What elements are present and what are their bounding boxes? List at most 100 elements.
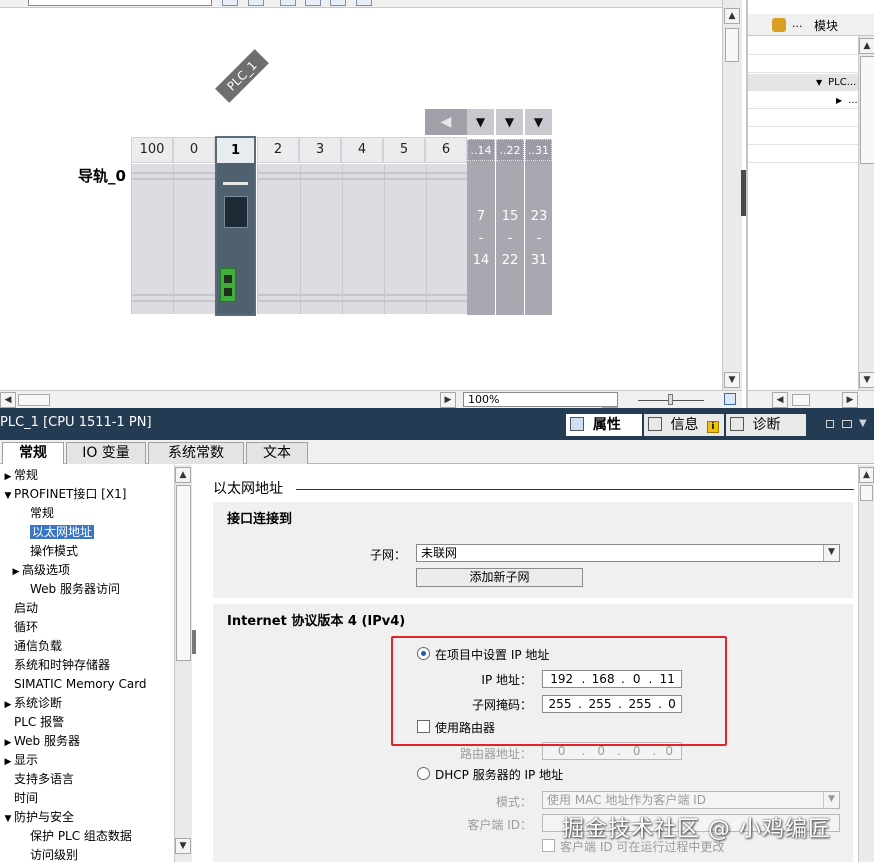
scroll-down-icon[interactable]: ▼ <box>724 372 740 388</box>
scroll-thumb[interactable] <box>792 394 810 406</box>
tab-io-tags[interactable]: IO 变量 <box>66 442 146 464</box>
tree-item[interactable]: ▼ PROFINET接口 [X1] <box>0 485 127 504</box>
add-subnet-button[interactable]: 添加新子网 <box>416 568 583 587</box>
chevron-down-icon[interactable]: ▼ <box>823 792 839 808</box>
toolbar-dropdown[interactable] <box>28 0 212 6</box>
dhcp-radio[interactable] <box>417 767 430 780</box>
tree-item[interactable]: ▶ 系统诊断 <box>0 694 62 713</box>
tree-item[interactable]: 时间 <box>0 789 38 808</box>
column-module[interactable]: 模块 <box>814 17 838 34</box>
scroll-thumb[interactable] <box>176 485 191 661</box>
tree-item[interactable]: 通信负载 <box>0 637 62 656</box>
tree-item[interactable]: 操作模式 <box>0 542 78 561</box>
tab-diagnostics[interactable]: 诊断 <box>726 414 806 436</box>
overview-row[interactable] <box>748 146 860 163</box>
scroll-down-icon[interactable]: ▼ <box>175 838 191 854</box>
tab-texts[interactable]: 文本 <box>246 442 308 464</box>
slot-header[interactable]: 6 <box>425 137 467 163</box>
overview-row[interactable] <box>748 38 860 55</box>
slot-header[interactable]: 100 <box>131 137 173 163</box>
rack-slot-area[interactable] <box>257 164 468 314</box>
overview-row[interactable]: ▼ PLC... <box>748 74 860 91</box>
scroll-left-icon[interactable]: ◀ <box>772 392 788 408</box>
rack-slot-area[interactable] <box>131 164 216 314</box>
toolbar-button-4[interactable] <box>305 0 321 6</box>
toolbar-button-3[interactable] <box>280 0 296 6</box>
tree-item[interactable]: 访问级别 <box>0 846 78 862</box>
scroll-up-icon[interactable]: ▲ <box>175 467 191 483</box>
tree-item[interactable]: PLC 报警 <box>0 713 64 732</box>
overview-row[interactable] <box>748 110 860 127</box>
tree-item[interactable]: SIMATIC Memory Card <box>0 675 147 694</box>
tree-item[interactable]: ▶ 高级选项 <box>0 561 70 580</box>
slot-header[interactable]: 4 <box>341 137 383 163</box>
slot-group[interactable]: ..14 7 - 14 <box>467 139 495 315</box>
scroll-down-icon[interactable]: ▼ <box>859 372 874 388</box>
tree-item[interactable]: ▶ 常规 <box>0 466 38 485</box>
tree-item[interactable]: 循环 <box>0 618 38 637</box>
slot-group[interactable]: ..22 15 - 22 <box>496 139 524 315</box>
restore-icon[interactable] <box>826 420 834 428</box>
expand-group-icon[interactable]: ▼ <box>525 109 552 135</box>
chevron-down-icon[interactable]: ▼ <box>823 545 839 561</box>
mode-select[interactable]: 使用 MAC 地址作为客户端 ID ▼ <box>542 791 840 809</box>
scroll-left-icon[interactable]: ◀ <box>425 109 467 135</box>
slot-group[interactable]: ..31 23 - 31 <box>525 139 552 315</box>
cpu-module[interactable]: 1 <box>215 136 256 316</box>
maximize-icon[interactable] <box>842 420 852 428</box>
scroll-up-icon[interactable]: ▲ <box>724 8 740 24</box>
tree-item[interactable]: ▶ 显示 <box>0 751 38 770</box>
slot-header[interactable]: 5 <box>383 137 425 163</box>
tree-vertical-scrollbar[interactable]: ▲ ▼ <box>174 465 192 862</box>
scroll-thumb[interactable] <box>860 56 874 164</box>
fit-view-icon[interactable] <box>724 393 736 405</box>
collapse-icon[interactable]: ▼ <box>859 418 867 429</box>
zoom-level-input[interactable]: 100% <box>463 392 618 407</box>
tree-item[interactable]: 系统和时钟存储器 <box>0 656 110 675</box>
scroll-right-icon[interactable]: ▶ <box>842 392 858 408</box>
tree-item[interactable]: 常规 <box>0 504 54 523</box>
tab-system-constants[interactable]: 系统常数 <box>148 442 244 464</box>
panel-collapse-handle[interactable] <box>741 170 746 216</box>
scroll-right-icon[interactable]: ▶ <box>440 392 456 408</box>
overview-vertical-scrollbar[interactable]: ▲ ▼ <box>858 36 874 390</box>
overview-horizontal-scrollbar[interactable]: ◀ ▶ <box>748 390 874 408</box>
toolbar-button-1[interactable] <box>222 0 238 6</box>
tree-item[interactable]: Web 服务器访问 <box>0 580 120 599</box>
scroll-left-icon[interactable]: ◀ <box>0 392 16 408</box>
client-id-change-checkbox[interactable] <box>542 839 555 852</box>
slot-header[interactable]: 2 <box>257 137 299 163</box>
slot-header[interactable]: 3 <box>299 137 341 163</box>
tab-general[interactable]: 常规 <box>2 442 64 464</box>
content-vertical-scrollbar[interactable]: ▲ <box>858 465 874 862</box>
zoom-slider-thumb[interactable] <box>668 394 673 405</box>
scroll-up-icon[interactable]: ▲ <box>859 467 874 483</box>
tree-item[interactable]: ▶ Web 服务器 <box>0 732 80 751</box>
tree-item[interactable]: 以太网地址 <box>0 523 95 542</box>
slot-header[interactable]: 0 <box>173 137 215 163</box>
toolbar-button-2[interactable] <box>248 0 264 6</box>
header-rule <box>296 489 854 490</box>
tree-item[interactable]: 保护 PLC 组态数据 <box>0 827 132 846</box>
tab-properties[interactable]: 属性 <box>566 414 642 436</box>
tree-item[interactable]: 支持多语言 <box>0 770 74 789</box>
canvas-vertical-scrollbar[interactable]: ▲ ▼ <box>722 0 742 390</box>
column-dots[interactable]: ... <box>792 17 803 30</box>
dhcp-label: DHCP 服务器的 IP 地址 <box>435 768 564 782</box>
expand-group-icon[interactable]: ▼ <box>467 109 494 135</box>
expand-group-icon[interactable]: ▼ <box>496 109 523 135</box>
overview-row[interactable] <box>748 128 860 145</box>
filter-icon[interactable] <box>772 18 786 32</box>
tree-item[interactable]: ▼ 防护与安全 <box>0 808 74 827</box>
tree-item[interactable]: 启动 <box>0 599 38 618</box>
scroll-up-icon[interactable]: ▲ <box>859 38 874 54</box>
toolbar-button-5[interactable] <box>330 0 346 6</box>
tab-info[interactable]: 信息 i <box>644 414 724 436</box>
scroll-thumb[interactable] <box>725 28 739 62</box>
subnet-select[interactable]: 未联网 ▼ <box>416 544 840 562</box>
scroll-thumb[interactable] <box>18 394 50 406</box>
overview-row[interactable]: ▶... <box>748 92 860 109</box>
scroll-thumb[interactable] <box>860 485 873 501</box>
overview-row[interactable] <box>748 56 860 73</box>
zoom-tool-button[interactable] <box>356 0 372 6</box>
